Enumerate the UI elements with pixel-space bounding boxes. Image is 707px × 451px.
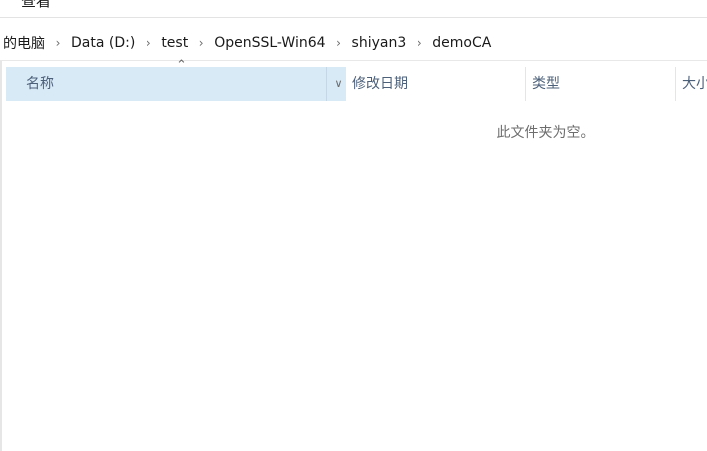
column-header-type[interactable]: 类型 (526, 67, 676, 101)
chevron-right-icon[interactable]: › (329, 36, 349, 50)
chevron-right-icon[interactable]: › (138, 36, 158, 50)
ribbon-bar: 查看 (0, 0, 707, 18)
column-header-size[interactable]: 大小 (676, 67, 707, 101)
breadcrumb-item-test[interactable]: test (158, 33, 191, 53)
empty-folder-message: 此文件夹为空。 (496, 125, 595, 141)
breadcrumb-item-democa[interactable]: demoCA (429, 33, 494, 53)
column-header-date-modified[interactable]: 修改日期 (346, 67, 526, 101)
breadcrumb-item-data-drive[interactable]: Data (D:) (68, 33, 138, 53)
chevron-right-icon[interactable]: › (48, 36, 68, 50)
chevron-right-icon[interactable]: › (409, 36, 429, 50)
tab-view[interactable]: 查看 (21, 0, 51, 11)
column-header-name-label: 名称 (26, 76, 54, 92)
breadcrumb-item-openssl[interactable]: OpenSSL-Win64 (211, 33, 328, 53)
breadcrumb-item-this-pc[interactable]: 的电脑 (0, 31, 48, 55)
column-header-name[interactable]: 名称 ⌃ ∨ (6, 58, 346, 101)
chevron-right-icon[interactable]: › (191, 36, 211, 50)
breadcrumb-item-shiyan3[interactable]: shiyan3 (349, 33, 410, 53)
address-bar[interactable]: 的电脑 › Data (D:) › test › OpenSSL-Win64 ›… (0, 25, 707, 61)
breadcrumb: 的电脑 › Data (D:) › test › OpenSSL-Win64 ›… (0, 25, 494, 60)
column-header-row: 名称 ⌃ ∨ 修改日期 类型 大小 (2, 58, 707, 101)
file-list-pane[interactable]: 名称 ⌃ ∨ 修改日期 类型 大小 此文件夹为空。 (0, 58, 707, 451)
sort-ascending-icon: ⌃ (176, 58, 187, 73)
